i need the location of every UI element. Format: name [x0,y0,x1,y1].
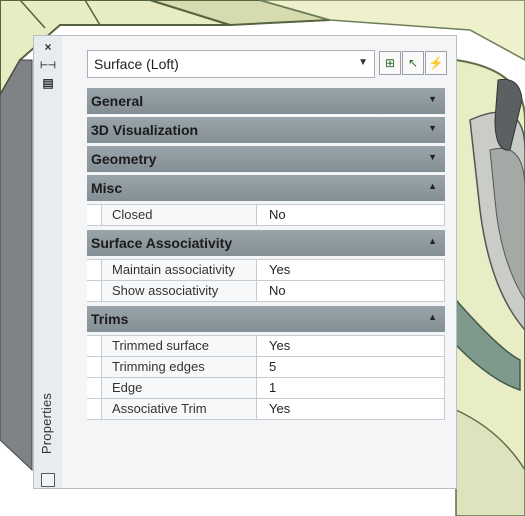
chevron-down-icon[interactable]: ▼ [428,94,437,104]
properties-panel: Surface (Loft) ▼ ⊞ ↖ ⚡ General ▼ 3D Visual… [62,35,457,489]
category-label: 3D Visualization [91,122,199,138]
property-value[interactable]: 5 [263,357,445,377]
category-header[interactable]: Trims ▲ [87,306,445,332]
palette-title: Properties [39,392,55,455]
property-value[interactable]: Yes [263,399,445,419]
property-grid: General ▼ 3D Visualization ▼ Geometry ▼ Misc ▲ C… [87,88,445,424]
quick-select-icon[interactable]: ⚡ [425,51,447,75]
category-header[interactable]: Surface Associativity ▲ [87,230,445,256]
property-name: Closed [101,205,257,225]
property-row[interactable]: Trimmed surface Yes [87,335,445,357]
property-value[interactable]: No [263,281,445,301]
property-row[interactable]: Show associativity No [87,281,445,302]
category-label: General [91,93,144,109]
panel-header: Surface (Loft) ▼ ⊞ ↖ ⚡ [87,50,447,78]
properties-menu-icon[interactable]: ▤ [40,76,56,90]
close-icon[interactable]: × [40,40,56,54]
chevron-up-icon[interactable]: ▲ [428,236,437,246]
chevron-down-icon[interactable]: ▼ [428,152,437,162]
autohide-icon[interactable]: ⊢⊣ [40,58,56,72]
property-value[interactable]: Yes [263,336,445,356]
category-header[interactable]: Misc ▲ [87,175,445,201]
property-row[interactable]: Closed No [87,204,445,226]
property-name: Edge [101,378,257,398]
property-value[interactable]: 1 [263,378,445,398]
chevron-up-icon[interactable]: ▲ [428,181,437,191]
chevron-up-icon[interactable]: ▲ [428,312,437,322]
property-row[interactable]: Edge 1 [87,378,445,399]
category-header[interactable]: 3D Visualization ▼ [87,117,445,143]
property-name: Associative Trim [101,399,257,419]
property-name: Trimmed surface [101,336,257,356]
chevron-down-icon: ▼ [358,57,368,68]
property-row[interactable]: Associative Trim Yes [87,399,445,420]
category-label: Surface Associativity [91,235,233,251]
category-label: Misc [91,180,123,196]
category-label: Trims [91,311,129,327]
property-value[interactable]: No [263,205,445,225]
property-row[interactable]: Maintain associativity Yes [87,259,445,281]
property-name: Trimming edges [101,357,257,377]
select-objects-icon[interactable]: ↖ [402,51,424,75]
property-name: Maintain associativity [101,260,257,280]
property-name: Show associativity [101,281,257,301]
toggle-pickadd-icon[interactable]: ⊞ [379,51,401,75]
category-header[interactable]: General ▼ [87,88,445,114]
object-type-value: Surface (Loft) [94,56,179,72]
object-type-dropdown[interactable]: Surface (Loft) ▼ [87,50,375,78]
property-row[interactable]: Trimming edges 5 [87,357,445,378]
property-value[interactable]: Yes [263,260,445,280]
palette-icon [41,473,55,487]
chevron-down-icon[interactable]: ▼ [428,123,437,133]
category-label: Geometry [91,151,157,167]
palette-titlebar[interactable]: × ⊢⊣ ▤ Properties [33,35,63,489]
category-header[interactable]: Geometry ▼ [87,146,445,172]
